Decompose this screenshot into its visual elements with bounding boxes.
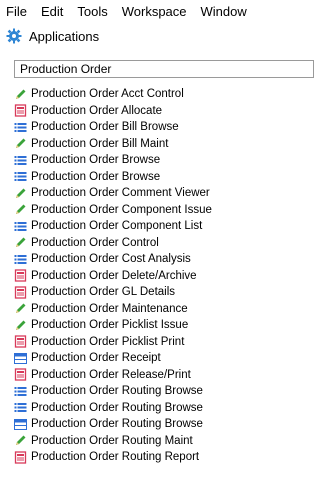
list-item[interactable]: Production Order Routing Browse [14,416,303,433]
list-item-label: Production Order Cost Analysis [31,253,191,266]
menu-edit[interactable]: Edit [41,4,63,19]
list-item[interactable]: Production Order Picklist Issue [14,317,303,334]
list-item-label: Production Order Maintenance [31,302,188,315]
list-item-label: Production Order Allocate [31,104,163,117]
list-item-label: Production Order Bill Browse [31,121,179,134]
list-item[interactable]: Production Order Control [14,235,303,252]
menu-window[interactable]: Window [201,4,247,19]
list-item[interactable]: Production Order Browse [14,169,303,186]
list-item-label: Production Order Routing Browse [31,418,203,431]
list-item[interactable]: Production Order Routing Browse [14,383,303,400]
list-icon [14,121,27,134]
list-item-label: Production Order Browse [31,170,161,183]
list-item[interactable]: Production Order Routing Maint [14,433,303,450]
list-item[interactable]: Production Order Maintenance [14,301,303,318]
list-item[interactable]: Production Order Delete/Archive [14,268,303,285]
results-list: Production Order Acct Control Production … [14,86,303,466]
list-icon [14,401,27,414]
report-icon [14,286,27,299]
report-icon [14,335,27,348]
list-item[interactable]: Production Order Release/Print [14,367,303,384]
pencil-icon [14,137,27,150]
menu-workspace[interactable]: Workspace [122,4,187,19]
report-icon [14,368,27,381]
list-item-label: Production Order GL Details [31,286,176,299]
list-item[interactable]: Production Order Picklist Print [14,334,303,351]
pencil-icon [14,319,27,332]
list-item-label: Production Order Bill Maint [31,137,169,150]
pencil-icon [14,236,27,249]
menu-tools[interactable]: Tools [77,4,107,19]
list-item-label: Production Order Acct Control [31,88,184,101]
report-icon [14,269,27,282]
list-icon [14,253,27,266]
applications-header[interactable]: Applications [0,25,303,47]
list-item-label: Production Order Picklist Print [31,335,185,348]
list-item-label: Production Order Control [31,236,159,249]
list-item[interactable]: Production Order Allocate [14,103,303,120]
table-icon [14,352,27,365]
list-icon [14,154,27,167]
list-item-label: Production Order Component Issue [31,203,212,216]
list-item[interactable]: Production Order GL Details [14,284,303,301]
pencil-icon [14,434,27,447]
list-item-label: Production Order Comment Viewer [31,187,210,200]
pencil-icon [14,187,27,200]
list-item[interactable]: Production Order Routing Report [14,449,303,466]
list-item-label: Production Order Component List [31,220,203,233]
list-item[interactable]: Production Order Comment Viewer [14,185,303,202]
list-item[interactable]: Production Order Cost Analysis [14,251,303,268]
list-icon [14,385,27,398]
list-item-label: Production Order Routing Report [31,451,200,464]
list-item-label: Production Order Routing Maint [31,434,193,447]
list-item[interactable]: Production Order Component List [14,218,303,235]
list-icon [14,170,27,183]
list-item[interactable]: Production Order Routing Browse [14,400,303,417]
list-item[interactable]: Production Order Receipt [14,350,303,367]
table-icon [14,418,27,431]
gear-icon [6,28,22,44]
list-item[interactable]: Production Order Acct Control [14,86,303,103]
list-item-label: Production Order Delete/Archive [31,269,197,282]
applications-title: Applications [29,28,100,44]
list-item[interactable]: Production Order Component Issue [14,202,303,219]
list-item-label: Production Order Receipt [31,352,161,365]
list-item-label: Production Order Release/Print [31,368,191,381]
list-item[interactable]: Production Order Bill Maint [14,136,303,153]
list-item-label: Production Order Picklist Issue [31,319,189,332]
search-input[interactable] [14,60,314,78]
pencil-icon [14,203,27,216]
menu-bar: File Edit Tools Workspace Window [0,0,303,22]
list-item-label: Production Order Routing Browse [31,385,203,398]
pencil-icon [14,88,27,101]
menu-file[interactable]: File [6,4,27,19]
pencil-icon [14,302,27,315]
report-icon [14,104,27,117]
list-icon [14,220,27,233]
list-item[interactable]: Production Order Browse [14,152,303,169]
list-item-label: Production Order Browse [31,154,161,167]
list-item[interactable]: Production Order Bill Browse [14,119,303,136]
report-icon [14,451,27,464]
list-item-label: Production Order Routing Browse [31,401,203,414]
